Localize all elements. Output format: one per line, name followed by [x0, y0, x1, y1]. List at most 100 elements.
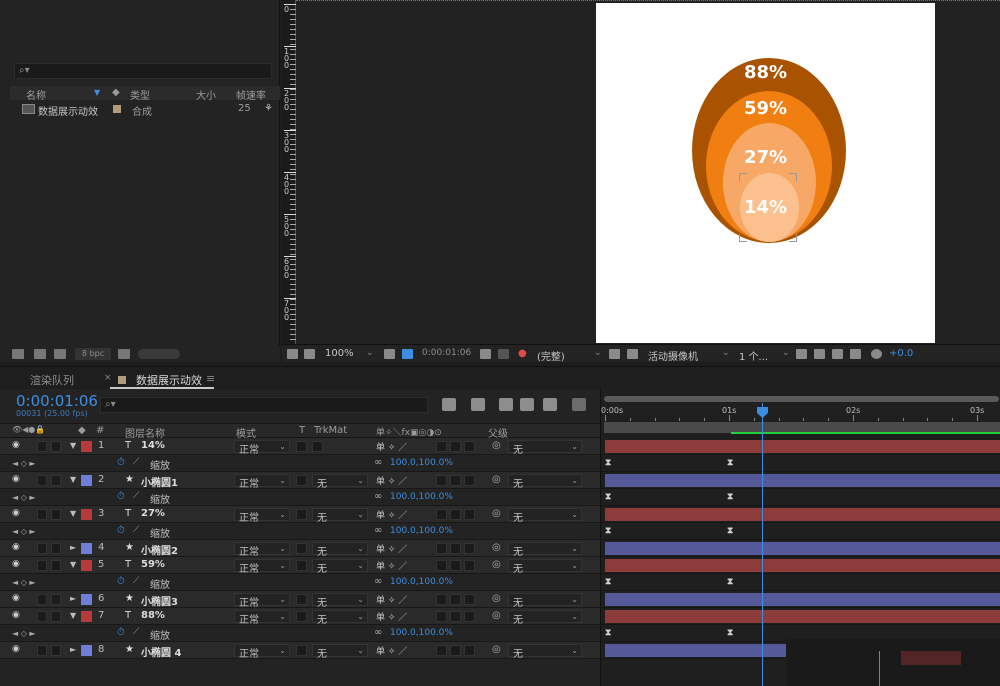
graph-icon[interactable]: ⟋ — [133, 525, 139, 535]
lock-switch[interactable] — [51, 560, 61, 571]
tab-composition[interactable]: 数据展示动效 — [136, 372, 202, 388]
expand-triangle-icon[interactable]: ▼ — [70, 611, 76, 620]
flowchart-icon[interactable]: ⚘ — [264, 103, 273, 114]
chevron-down-icon[interactable]: ⌄ — [594, 348, 602, 358]
solo-switch[interactable] — [37, 611, 47, 622]
layer-row[interactable]: ◉ ► 6 ★ 小椭圆3 正常 ⌄ 无 ⌄ 单 ✧ ／ ◎ 无 ⌄ — [0, 591, 600, 609]
stopwatch-icon[interactable]: ⏱ — [117, 491, 125, 502]
trkmat-dropdown[interactable]: 无 ⌄ — [312, 542, 368, 558]
sort-arrow-icon[interactable]: ▼ — [94, 88, 100, 97]
lock-switch[interactable] — [51, 543, 61, 554]
lock-switch[interactable] — [51, 594, 61, 605]
visibility-eye-icon[interactable]: ◉ — [12, 644, 20, 654]
switch-box[interactable] — [436, 611, 447, 622]
exposure-icon[interactable] — [871, 349, 882, 359]
property-value[interactable]: 100.0,100.0% — [390, 458, 453, 468]
keyframe-icon[interactable]: ⧗ — [727, 526, 733, 536]
preserve-transparency-checkbox[interactable] — [296, 441, 307, 452]
mode-dropdown[interactable]: 正常 ⌄ — [234, 474, 290, 490]
visibility-eye-icon[interactable]: ◉ — [12, 593, 20, 603]
flowchart-icon[interactable] — [832, 349, 843, 359]
preserve-transparency-checkbox[interactable] — [296, 543, 307, 554]
label-color[interactable] — [81, 543, 92, 554]
keyframe-icon[interactable]: ⧗ — [605, 526, 611, 536]
new-composition-icon[interactable] — [54, 349, 66, 359]
switch-box[interactable] — [464, 509, 475, 520]
comp-mini-flowchart-icon[interactable] — [442, 398, 456, 411]
switch-box[interactable] — [436, 475, 447, 486]
expand-triangle-icon[interactable]: ► — [70, 594, 76, 603]
layer-row[interactable]: ◉ ▼ 3 T 27% 正常 ⌄ 无 ⌄ 单 ✧ ／ ◎ 无 ⌄ — [0, 506, 600, 524]
switch-box[interactable] — [450, 543, 461, 554]
exposure-value[interactable]: +0.0 — [889, 348, 913, 359]
keyframe-icon[interactable]: ⧗ — [605, 577, 611, 587]
project-item[interactable]: 数据展示动效 合成 25 ⚘ — [10, 102, 280, 118]
visibility-eye-icon[interactable]: ◉ — [12, 474, 20, 484]
viewer-timecode[interactable]: 0:00:01:06 — [422, 348, 471, 358]
switch-box[interactable] — [450, 560, 461, 571]
layer-duration-bar[interactable] — [605, 508, 1000, 521]
label-color[interactable] — [81, 509, 92, 520]
switch-box[interactable] — [436, 509, 447, 520]
visibility-eye-icon[interactable]: ◉ — [12, 508, 20, 518]
label-color[interactable] — [81, 645, 92, 656]
pick-whip-icon[interactable]: ◎ — [492, 440, 501, 451]
color-channel-icon[interactable]: ● — [518, 348, 527, 359]
keyframe-icon[interactable]: ⧗ — [605, 628, 611, 638]
mode-dropdown[interactable]: 正常 ⌄ — [234, 644, 290, 660]
switch-box[interactable] — [450, 594, 461, 605]
stopwatch-icon[interactable]: ⏱ — [117, 627, 125, 638]
layer-track[interactable] — [601, 472, 1000, 489]
show-snapshot-icon[interactable] — [498, 349, 509, 359]
expand-triangle-icon[interactable]: ▼ — [70, 560, 76, 569]
switch-box[interactable] — [464, 611, 475, 622]
monitor-icon[interactable] — [304, 349, 315, 359]
keyframe-icon[interactable]: ⧗ — [727, 492, 733, 502]
composition-canvas[interactable]: 88% 59% 27% 14% — [596, 3, 935, 343]
reset-exposure-icon[interactable] — [850, 349, 861, 359]
time-navigator[interactable] — [604, 396, 999, 402]
trkmat-dropdown[interactable]: 无 ⌄ — [312, 593, 368, 609]
motion-blur-icon[interactable] — [543, 398, 557, 411]
lock-switch[interactable] — [51, 475, 61, 486]
constrain-proportions-icon[interactable]: ∞ — [374, 491, 382, 502]
label-tag-icon[interactable]: ◆ — [112, 87, 120, 98]
av-features-icons[interactable]: 👁◀●🔒 — [12, 425, 45, 434]
switch-box[interactable] — [464, 441, 475, 452]
property-track[interactable]: ⧗ ⧗ — [601, 523, 1000, 540]
layer-row[interactable]: ◉ ▼ 5 T 59% 正常 ⌄ 无 ⌄ 单 ✧ ／ ◎ 无 ⌄ — [0, 557, 600, 575]
switch-box[interactable] — [436, 441, 447, 452]
layer-row[interactable]: ◉ ▼ 1 T 14% 正常 ⌄ 单 ✧ ／ ◎ 无 ⌄ — [0, 438, 600, 456]
lock-switch[interactable] — [51, 509, 61, 520]
property-track[interactable]: ⧗ ⧗ — [601, 489, 1000, 506]
parent-dropdown[interactable]: 无 ⌄ — [508, 440, 582, 456]
visibility-eye-icon[interactable]: ◉ — [12, 440, 20, 450]
shy-switch-icon[interactable]: 单 ✧ ／ — [376, 559, 407, 572]
layer-search-input[interactable]: ⌕▾ — [100, 397, 428, 413]
parent-dropdown[interactable]: 无 ⌄ — [508, 610, 582, 626]
keyframe-navigator-icon[interactable]: ◄ ◇ ► — [12, 578, 36, 587]
switch-box[interactable] — [464, 543, 475, 554]
frame-blending-icon[interactable] — [520, 398, 534, 411]
label-color[interactable] — [81, 475, 92, 486]
layer-duration-bar[interactable] — [605, 593, 1000, 606]
graph-editor-icon[interactable] — [572, 398, 586, 411]
lock-switch[interactable] — [51, 645, 61, 656]
expand-triangle-icon[interactable]: ▼ — [70, 441, 76, 450]
stopwatch-icon[interactable]: ⏱ — [117, 576, 125, 587]
property-row[interactable]: ◄ ◇ ► ⏱ ⟋ 缩放 ∞ 100.0,100.0% — [0, 489, 600, 506]
layer-duration-bar[interactable] — [605, 474, 1000, 487]
solo-switch[interactable] — [37, 509, 47, 520]
column-type[interactable]: 类型 — [130, 87, 150, 102]
pick-whip-icon[interactable]: ◎ — [492, 644, 501, 655]
layer-name[interactable]: 小椭圆 4 — [141, 644, 181, 659]
preserve-transparency-checkbox[interactable] — [296, 611, 307, 622]
fast-preview-icon[interactable] — [796, 349, 807, 359]
graph-icon[interactable]: ⟋ — [133, 627, 139, 637]
layer-track[interactable] — [601, 540, 1000, 557]
lock-switch[interactable] — [51, 441, 61, 452]
shy-layers-icon[interactable] — [499, 398, 513, 411]
property-row[interactable]: ◄ ◇ ► ⏱ ⟋ 缩放 ∞ 100.0,100.0% — [0, 625, 600, 642]
switch-box[interactable] — [464, 594, 475, 605]
switch-box[interactable] — [464, 645, 475, 656]
